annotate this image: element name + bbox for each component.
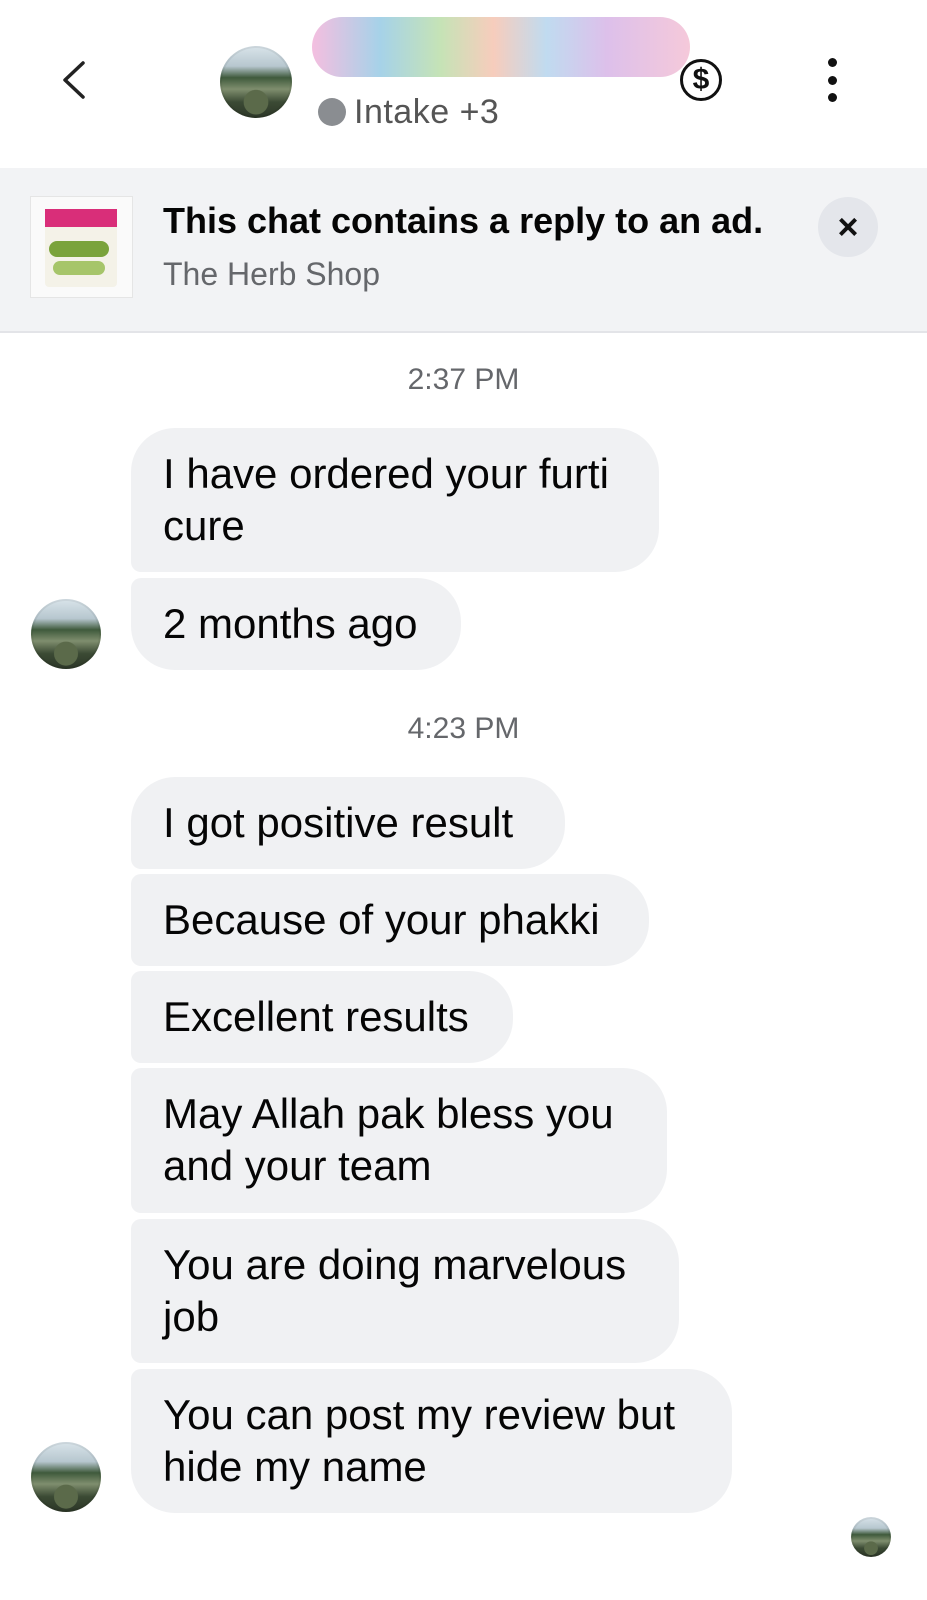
sender-avatar[interactable] <box>31 599 101 669</box>
back-button[interactable] <box>52 52 96 108</box>
message-timestamp: 4:23 PM <box>407 712 520 745</box>
ad-banner-title: This chat contains a reply to an ad. <box>163 200 764 241</box>
message-bubble[interactable]: I got positive result <box>131 777 565 869</box>
message-bubble[interactable]: Because of your phakki <box>131 874 649 966</box>
message-bubble[interactable]: You are doing marvelous job <box>131 1219 679 1363</box>
contact-name-redacted <box>312 17 690 77</box>
message-bubble[interactable]: May Allah pak bless you and your team <box>131 1068 667 1213</box>
back-arrow-icon <box>63 61 85 99</box>
ad-banner-shop-name: The Herb Shop <box>163 256 381 292</box>
message-timestamp: 2:37 PM <box>407 363 520 396</box>
contact-status: Intake +3 <box>318 90 499 134</box>
contact-avatar[interactable] <box>220 46 292 118</box>
seen-receipt-avatar <box>851 1517 891 1557</box>
message-bubble[interactable]: 2 months ago <box>131 578 461 670</box>
chat-header: Intake +3 $ <box>0 0 927 168</box>
more-options-icon[interactable] <box>818 58 846 102</box>
status-label: Intake +3 <box>354 92 500 131</box>
message-bubble[interactable]: You can post my review but hide my name <box>131 1369 732 1513</box>
ad-reply-banner <box>0 168 927 333</box>
message-bubble[interactable]: I have ordered your furti cure <box>131 428 659 572</box>
sender-avatar[interactable] <box>31 1442 101 1512</box>
ad-product-thumbnail[interactable] <box>30 196 133 298</box>
close-banner-button[interactable]: × <box>818 197 878 257</box>
status-dot-icon <box>318 98 346 126</box>
message-bubble[interactable]: Excellent results <box>131 971 513 1063</box>
dollar-icon[interactable]: $ <box>680 59 722 101</box>
